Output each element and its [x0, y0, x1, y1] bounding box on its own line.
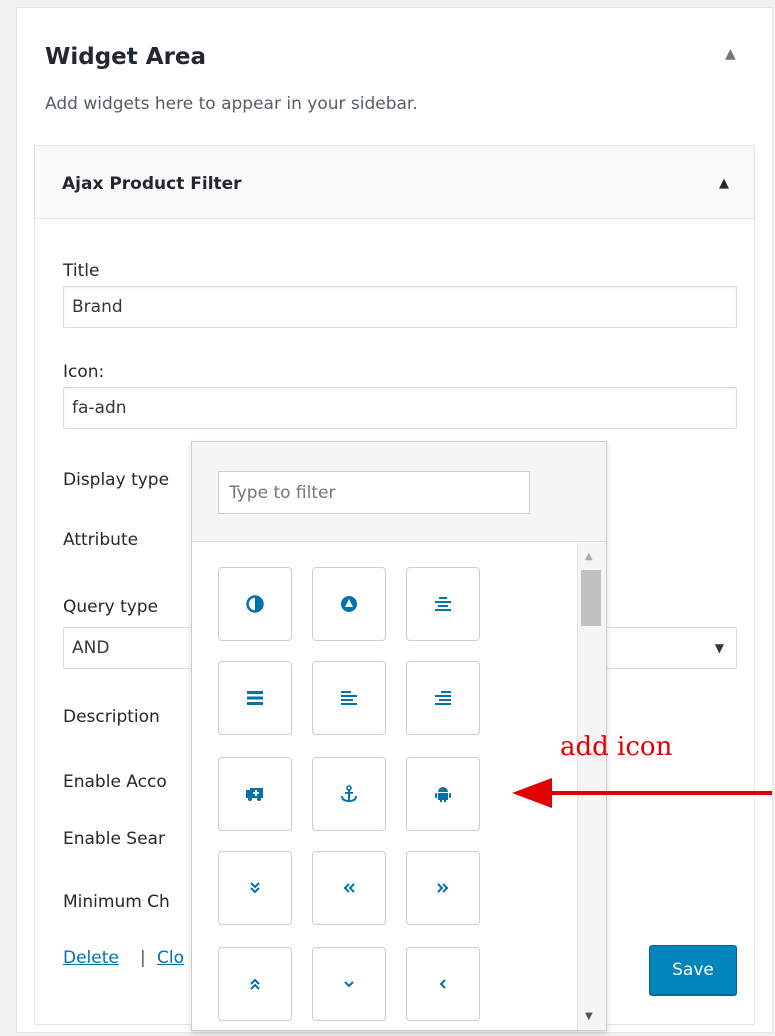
annotation-arrow-icon — [512, 778, 772, 808]
query-type-label: Query type — [63, 597, 159, 617]
angle-double-up-icon[interactable] — [218, 947, 292, 1021]
widget-area-title: Widget Area — [45, 44, 207, 70]
enable-search-label: Enable Sear — [63, 829, 165, 849]
chevron-down-icon: ▼ — [714, 641, 724, 655]
angle-double-right-icon[interactable] — [406, 851, 480, 925]
delete-link[interactable]: Delete — [63, 948, 119, 968]
display-type-label: Display type — [63, 470, 170, 490]
title-label: Title — [63, 261, 100, 281]
scroll-up-icon[interactable]: ▲ — [585, 551, 593, 562]
align-justify-icon[interactable] — [218, 661, 292, 735]
description-label: Description — [63, 707, 160, 727]
enable-accordion-label: Enable Acco — [63, 772, 167, 792]
action-separator: | — [140, 948, 146, 968]
widget-area-toggle-icon[interactable]: ▲ — [725, 46, 736, 62]
align-center-icon[interactable] — [406, 567, 480, 641]
ambulance-icon[interactable] — [218, 757, 292, 831]
icon-filter-input[interactable] — [218, 471, 530, 514]
icon-label: Icon: — [63, 362, 105, 382]
title-input[interactable] — [63, 286, 737, 328]
add-icon-annotation: add icon — [560, 732, 673, 762]
icon-input[interactable] — [63, 387, 737, 429]
attribute-label: Attribute — [63, 530, 139, 550]
close-link[interactable]: Clo — [157, 948, 184, 968]
angle-left-icon[interactable] — [406, 947, 480, 1021]
adn-icon[interactable] — [312, 567, 386, 641]
anchor-icon[interactable] — [312, 757, 386, 831]
save-button[interactable]: Save — [649, 945, 737, 995]
scroll-down-icon[interactable]: ▼ — [585, 1011, 593, 1022]
angle-down-icon[interactable] — [312, 947, 386, 1021]
widget-title: Ajax Product Filter — [62, 174, 242, 194]
scrollbar-thumb[interactable] — [581, 570, 601, 626]
angle-double-left-icon[interactable] — [312, 851, 386, 925]
icon-picker-popup: ▲ ▼ — [191, 441, 607, 1031]
widget-header[interactable]: Ajax Product Filter ▲ — [35, 146, 754, 219]
widget-area-description: Add widgets here to appear in your sideb… — [45, 94, 418, 114]
widget-toggle-icon[interactable]: ▲ — [719, 176, 729, 191]
angle-double-down-icon[interactable] — [218, 851, 292, 925]
align-left-icon[interactable] — [312, 661, 386, 735]
adjust-icon[interactable] — [218, 567, 292, 641]
icon-picker-header — [192, 442, 606, 542]
align-right-icon[interactable] — [406, 661, 480, 735]
query-type-value: AND — [72, 638, 110, 658]
android-icon[interactable] — [406, 757, 480, 831]
minimum-char-label: Minimum Ch — [63, 892, 170, 912]
